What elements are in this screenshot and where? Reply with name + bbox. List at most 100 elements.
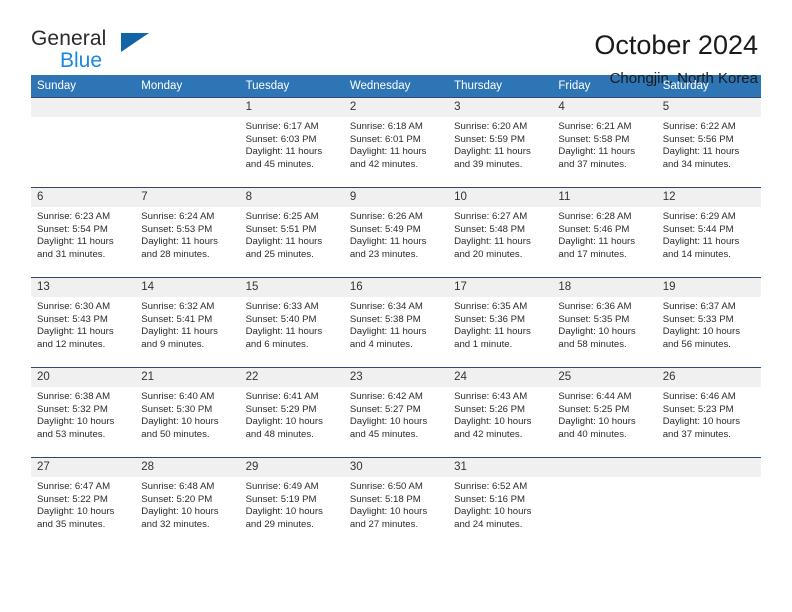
calendar-day-cell[interactable]: 29 Sunrise: 6:49 AM Sunset: 5:19 PM Dayligh… bbox=[239, 457, 344, 548]
calendar-day-cell[interactable]: 25 Sunrise: 6:44 AM Sunset: 5:25 PM Dayligh… bbox=[552, 367, 657, 458]
daylight-line-2: and 25 minutes. bbox=[245, 248, 314, 260]
calendar-day-cell[interactable]: 1 Sunrise: 6:17 AM Sunset: 6:03 PM Daylight… bbox=[239, 97, 344, 188]
day-number: 9 bbox=[343, 188, 449, 207]
day-cell-inner: 6 Sunrise: 6:23 AM Sunset: 5:54 PM Daylight… bbox=[31, 188, 136, 277]
day-cell-inner: 17 Sunrise: 6:35 AM Sunset: 5:36 PM Dayligh… bbox=[448, 278, 553, 367]
day-cell-inner bbox=[656, 458, 761, 548]
daylight-line-2: and 37 minutes. bbox=[558, 158, 627, 170]
day-sun-info: Sunrise: 6:37 AM Sunset: 5:33 PM Daylight:… bbox=[657, 297, 761, 351]
day-cell-inner: 28 Sunrise: 6:48 AM Sunset: 5:20 PM Dayligh… bbox=[135, 458, 240, 548]
daylight-line-2: and 1 minute. bbox=[454, 338, 513, 350]
calendar-day-cell[interactable]: 3 Sunrise: 6:20 AM Sunset: 5:59 PM Daylight… bbox=[448, 97, 553, 188]
page-title: October 2024 bbox=[594, 30, 758, 60]
sunrise-line: Sunrise: 6:18 AM bbox=[349, 121, 423, 132]
sunrise-line: Sunrise: 6:30 AM bbox=[37, 301, 111, 312]
calendar-day-cell[interactable]: 15 Sunrise: 6:33 AM Sunset: 5:40 PM Dayligh… bbox=[239, 277, 344, 368]
day-cell-inner: 14 Sunrise: 6:32 AM Sunset: 5:41 PM Dayligh… bbox=[135, 278, 240, 367]
calendar-day-cell[interactable]: 20 Sunrise: 6:38 AM Sunset: 5:32 PM Dayligh… bbox=[31, 367, 136, 458]
calendar-week-row: 6 Sunrise: 6:23 AM Sunset: 5:54 PM Daylight… bbox=[31, 187, 761, 278]
daylight-line-1: Daylight: 11 hours bbox=[349, 236, 427, 248]
day-number: 11 bbox=[552, 188, 657, 207]
calendar-day-cell[interactable]: 18 Sunrise: 6:36 AM Sunset: 5:35 PM Dayligh… bbox=[552, 277, 657, 368]
day-cell-inner: 7 Sunrise: 6:24 AM Sunset: 5:53 PM Daylight… bbox=[135, 188, 240, 277]
calendar-day-cell[interactable]: 17 Sunrise: 6:35 AM Sunset: 5:36 PM Dayligh… bbox=[448, 277, 553, 368]
daylight-line-2: and 40 minutes. bbox=[558, 428, 627, 440]
daylight-line-1: Daylight: 10 hours bbox=[245, 506, 323, 518]
day-number: 26 bbox=[656, 368, 761, 387]
daylight-line-2: and 50 minutes. bbox=[141, 428, 210, 440]
sunrise-line: Sunrise: 6:27 AM bbox=[454, 211, 528, 222]
sunset-line: Sunset: 5:20 PM bbox=[141, 493, 213, 505]
day-sun-info: Sunrise: 6:52 AM Sunset: 5:16 PM Daylight:… bbox=[448, 477, 552, 531]
calendar-day-cell[interactable]: 8 Sunrise: 6:25 AM Sunset: 5:51 PM Daylight… bbox=[239, 187, 344, 278]
sunrise-line: Sunrise: 6:42 AM bbox=[349, 391, 423, 402]
sunset-line: Sunset: 5:25 PM bbox=[558, 403, 630, 415]
sunrise-line: Sunrise: 6:22 AM bbox=[662, 121, 736, 132]
logo-text-blue: Blue bbox=[60, 49, 103, 72]
day-number: 21 bbox=[135, 368, 240, 387]
calendar-day-cell[interactable]: 9 Sunrise: 6:26 AM Sunset: 5:49 PM Daylight… bbox=[343, 187, 449, 278]
day-sun-info: Sunrise: 6:35 AM Sunset: 5:36 PM Daylight:… bbox=[448, 297, 552, 351]
calendar-day-cell[interactable]: 30 Sunrise: 6:50 AM Sunset: 5:18 PM Dayligh… bbox=[343, 457, 449, 548]
sunrise-line: Sunrise: 6:33 AM bbox=[245, 301, 319, 312]
calendar-day-cell[interactable]: 11 Sunrise: 6:28 AM Sunset: 5:46 PM Dayligh… bbox=[552, 187, 657, 278]
calendar-day-cell[interactable]: 4 Sunrise: 6:21 AM Sunset: 5:58 PM Daylight… bbox=[552, 97, 657, 188]
day-number: 14 bbox=[135, 278, 240, 297]
day-cell-inner: 26 Sunrise: 6:46 AM Sunset: 5:23 PM Dayligh… bbox=[656, 368, 761, 457]
day-number bbox=[31, 98, 136, 117]
day-sun-info: Sunrise: 6:20 AM Sunset: 5:59 PM Daylight:… bbox=[448, 117, 552, 171]
day-cell-inner: 1 Sunrise: 6:17 AM Sunset: 6:03 PM Daylight… bbox=[239, 98, 344, 187]
calendar-day-cell[interactable]: 13 Sunrise: 6:30 AM Sunset: 5:43 PM Dayligh… bbox=[31, 277, 136, 368]
calendar-day-cell[interactable]: 19 Sunrise: 6:37 AM Sunset: 5:33 PM Dayligh… bbox=[656, 277, 761, 368]
day-sun-info: Sunrise: 6:33 AM Sunset: 5:40 PM Daylight:… bbox=[240, 297, 344, 351]
day-sun-info: Sunrise: 6:34 AM Sunset: 5:38 PM Daylight:… bbox=[344, 297, 448, 351]
general-blue-logo[interactable]: General Blue bbox=[31, 28, 151, 76]
sunrise-line: Sunrise: 6:43 AM bbox=[454, 391, 528, 402]
calendar-day-cell[interactable]: 16 Sunrise: 6:34 AM Sunset: 5:38 PM Dayligh… bbox=[343, 277, 449, 368]
weekday-label: Thursday bbox=[454, 80, 503, 92]
day-sun-info: Sunrise: 6:41 AM Sunset: 5:29 PM Daylight:… bbox=[240, 387, 344, 441]
calendar-day-cell[interactable]: 27 Sunrise: 6:47 AM Sunset: 5:22 PM Dayligh… bbox=[31, 457, 136, 548]
calendar-day-cell[interactable]: 23 Sunrise: 6:42 AM Sunset: 5:27 PM Dayligh… bbox=[343, 367, 449, 458]
calendar-day-cell[interactable]: 2 Sunrise: 6:18 AM Sunset: 6:01 PM Daylight… bbox=[343, 97, 449, 188]
calendar-day-cell[interactable]: 5 Sunrise: 6:22 AM Sunset: 5:56 PM Daylight… bbox=[656, 97, 761, 188]
day-sun-info: Sunrise: 6:47 AM Sunset: 5:22 PM Daylight:… bbox=[31, 477, 135, 531]
day-sun-info: Sunrise: 6:49 AM Sunset: 5:19 PM Daylight:… bbox=[240, 477, 344, 531]
weekday-header-wednesday: Wednesday bbox=[343, 75, 449, 98]
sunrise-line: Sunrise: 6:35 AM bbox=[454, 301, 528, 312]
day-cell-inner: 31 Sunrise: 6:52 AM Sunset: 5:16 PM Dayligh… bbox=[448, 458, 553, 548]
day-number: 6 bbox=[31, 188, 136, 207]
sunset-line: Sunset: 5:30 PM bbox=[141, 403, 213, 415]
calendar-day-cell[interactable]: 31 Sunrise: 6:52 AM Sunset: 5:16 PM Dayligh… bbox=[448, 457, 553, 548]
daylight-line-1: Daylight: 11 hours bbox=[37, 236, 114, 248]
day-sun-info: Sunrise: 6:23 AM Sunset: 5:54 PM Daylight:… bbox=[31, 207, 135, 261]
sunrise-line: Sunrise: 6:21 AM bbox=[558, 121, 632, 132]
daylight-line-1: Daylight: 11 hours bbox=[141, 236, 218, 248]
calendar-day-cell[interactable]: 24 Sunrise: 6:43 AM Sunset: 5:26 PM Dayligh… bbox=[448, 367, 553, 458]
daylight-line-2: and 45 minutes. bbox=[349, 428, 419, 440]
daylight-line-1: Daylight: 11 hours bbox=[141, 326, 218, 338]
calendar-week-row: 13 Sunrise: 6:30 AM Sunset: 5:43 PM Dayligh… bbox=[31, 277, 761, 368]
sunrise-line: Sunrise: 6:48 AM bbox=[141, 481, 215, 492]
sunrise-line: Sunrise: 6:32 AM bbox=[141, 301, 215, 312]
calendar-week-row: 20 Sunrise: 6:38 AM Sunset: 5:32 PM Dayligh… bbox=[31, 367, 761, 458]
day-cell-inner: 8 Sunrise: 6:25 AM Sunset: 5:51 PM Daylight… bbox=[239, 188, 344, 277]
calendar-day-cell[interactable]: 6 Sunrise: 6:23 AM Sunset: 5:54 PM Daylight… bbox=[31, 187, 136, 278]
calendar-day-cell[interactable]: 14 Sunrise: 6:32 AM Sunset: 5:41 PM Dayligh… bbox=[135, 277, 240, 368]
calendar-day-cell[interactable]: 7 Sunrise: 6:24 AM Sunset: 5:53 PM Daylight… bbox=[135, 187, 240, 278]
calendar-day-cell[interactable]: 12 Sunrise: 6:29 AM Sunset: 5:44 PM Dayligh… bbox=[656, 187, 761, 278]
calendar-day-cell[interactable]: 26 Sunrise: 6:46 AM Sunset: 5:23 PM Dayligh… bbox=[656, 367, 761, 458]
day-number: 13 bbox=[31, 278, 136, 297]
calendar-day-cell[interactable]: 28 Sunrise: 6:48 AM Sunset: 5:20 PM Dayligh… bbox=[135, 457, 240, 548]
sunset-line: Sunset: 5:36 PM bbox=[454, 313, 526, 325]
day-sun-info: Sunrise: 6:48 AM Sunset: 5:20 PM Daylight:… bbox=[135, 477, 239, 531]
calendar-day-cell[interactable]: 22 Sunrise: 6:41 AM Sunset: 5:29 PM Dayligh… bbox=[239, 367, 344, 458]
day-sun-info: Sunrise: 6:40 AM Sunset: 5:30 PM Daylight:… bbox=[135, 387, 239, 441]
sunset-line: Sunset: 5:43 PM bbox=[37, 313, 108, 325]
calendar-day-cell[interactable]: 21 Sunrise: 6:40 AM Sunset: 5:30 PM Dayligh… bbox=[135, 367, 240, 458]
day-sun-info: Sunrise: 6:36 AM Sunset: 5:35 PM Daylight:… bbox=[552, 297, 656, 351]
calendar-day-cell[interactable]: 10 Sunrise: 6:27 AM Sunset: 5:48 PM Dayligh… bbox=[448, 187, 553, 278]
sunset-line: Sunset: 6:01 PM bbox=[349, 133, 421, 145]
sunrise-line: Sunrise: 6:46 AM bbox=[662, 391, 736, 402]
sunset-line: Sunset: 5:38 PM bbox=[349, 313, 421, 325]
